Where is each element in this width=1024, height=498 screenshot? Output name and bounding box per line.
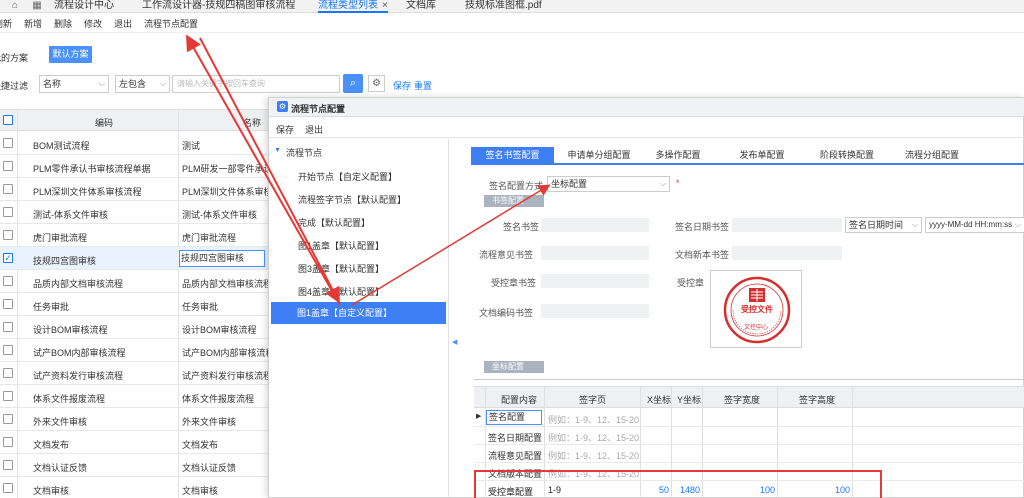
arrow-to-tree-node bbox=[199, 37, 340, 304]
arrow-to-sign-mode bbox=[351, 184, 551, 306]
arrow-to-node-config bbox=[186, 34, 341, 306]
annotation-arrows bbox=[186, 34, 551, 306]
